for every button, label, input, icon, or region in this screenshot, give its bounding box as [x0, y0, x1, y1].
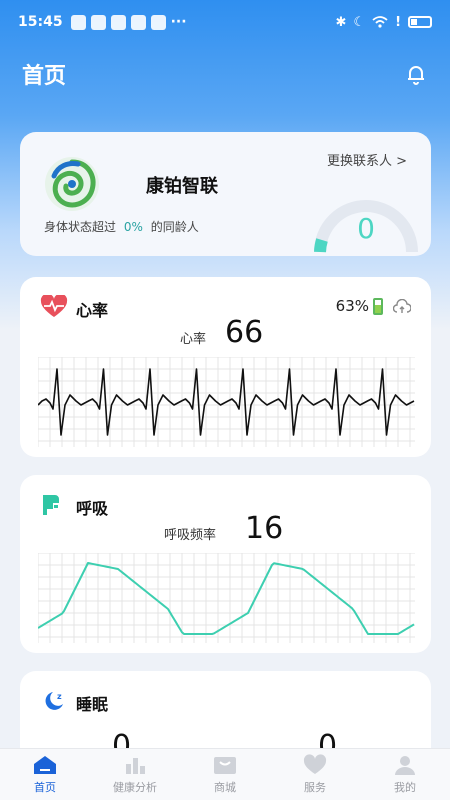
- breathing-waveform: [38, 553, 415, 643]
- tab-home[interactable]: 首页: [0, 749, 90, 800]
- tab-label: 服务: [304, 781, 326, 794]
- tab-service[interactable]: 服务: [270, 749, 360, 800]
- music-app-icon: [90, 14, 106, 30]
- status-notification-icons: ···: [70, 14, 187, 30]
- tab-mine[interactable]: 我的: [360, 749, 450, 800]
- battery-level-icon: [373, 297, 383, 315]
- app-logo-icon: [150, 14, 166, 30]
- status-time: 15:45: [18, 14, 63, 30]
- tab-label: 健康分析: [113, 781, 157, 794]
- contact-card: 康铂智联 更换联系人 > 身体状态超过 0% 的同龄人 0: [20, 132, 431, 256]
- breathing-rate-label: 呼吸频率: [164, 528, 217, 543]
- notification-icon: [70, 14, 86, 30]
- heart-rate-waveform: [38, 357, 415, 447]
- chart-grid: [38, 553, 415, 643]
- app-notification-icon: [130, 14, 146, 30]
- breathing-card[interactable]: 呼吸 呼吸频率 16: [20, 475, 431, 653]
- more-icon: ···: [170, 14, 187, 30]
- status-system-icons: ✱ ☾ !: [335, 14, 432, 30]
- heart-rate-value: 66: [225, 315, 264, 350]
- home-icon: [34, 756, 56, 774]
- bottom-tab-bar: 首页 健康分析 商城 服务 我的: [0, 748, 450, 800]
- shop-icon: [214, 757, 236, 774]
- breathing-rate-value: 16: [245, 511, 284, 546]
- body-status-prefix: 身体状态超过: [44, 220, 117, 234]
- body-status-suffix: 的同龄人: [150, 220, 199, 234]
- wifi-icon: [372, 16, 388, 28]
- change-contact-link[interactable]: 更换联系人 >: [327, 150, 407, 169]
- body-status-percent: 0%: [123, 220, 143, 234]
- heart-rate-line: [38, 368, 415, 436]
- breathing-line: [38, 562, 415, 635]
- tab-label: 首页: [34, 781, 56, 794]
- tab-label: 商城: [214, 781, 236, 794]
- moon-icon: ☾: [353, 14, 366, 30]
- tab-health-analysis[interactable]: 健康分析: [90, 749, 180, 800]
- heart-rate-label: 心率: [180, 332, 207, 347]
- heart-icon: [303, 754, 327, 774]
- alert-icon: !: [395, 14, 401, 30]
- breathing-title: 呼吸: [76, 499, 109, 518]
- page-header: 首页: [0, 52, 450, 96]
- tab-shop[interactable]: 商城: [180, 749, 270, 800]
- tab-label: 我的: [394, 781, 416, 794]
- chart-icon: [126, 758, 145, 774]
- lungs-icon: [43, 495, 59, 515]
- battery-icon: [408, 16, 432, 28]
- heart-rate-title: 心率: [76, 301, 109, 320]
- shield-icon: [110, 14, 126, 30]
- brand-name: 康铂智联: [146, 176, 218, 197]
- bell-icon[interactable]: [404, 62, 428, 86]
- svg-text:z: z: [57, 692, 62, 701]
- cloud-upload-icon[interactable]: [393, 299, 411, 315]
- brand-logo: [45, 157, 99, 211]
- moon-sleep-icon: z: [45, 692, 63, 710]
- page-title: 首页: [22, 64, 67, 89]
- device-battery-percent: 63%: [335, 297, 369, 315]
- heart-rate-card[interactable]: 心率 63% 心率 66: [20, 277, 431, 457]
- bluetooth-icon: ✱: [335, 14, 347, 30]
- user-icon: [395, 756, 415, 775]
- sleep-title: 睡眠: [76, 695, 109, 714]
- status-bar: 15:45 ··· ✱ ☾ !: [0, 0, 450, 44]
- device-battery: 63%: [336, 297, 383, 315]
- score-value: 0: [357, 212, 375, 245]
- heart-rate-icon: [40, 295, 68, 317]
- body-status-text: 身体状态超过 0% 的同龄人: [44, 218, 199, 235]
